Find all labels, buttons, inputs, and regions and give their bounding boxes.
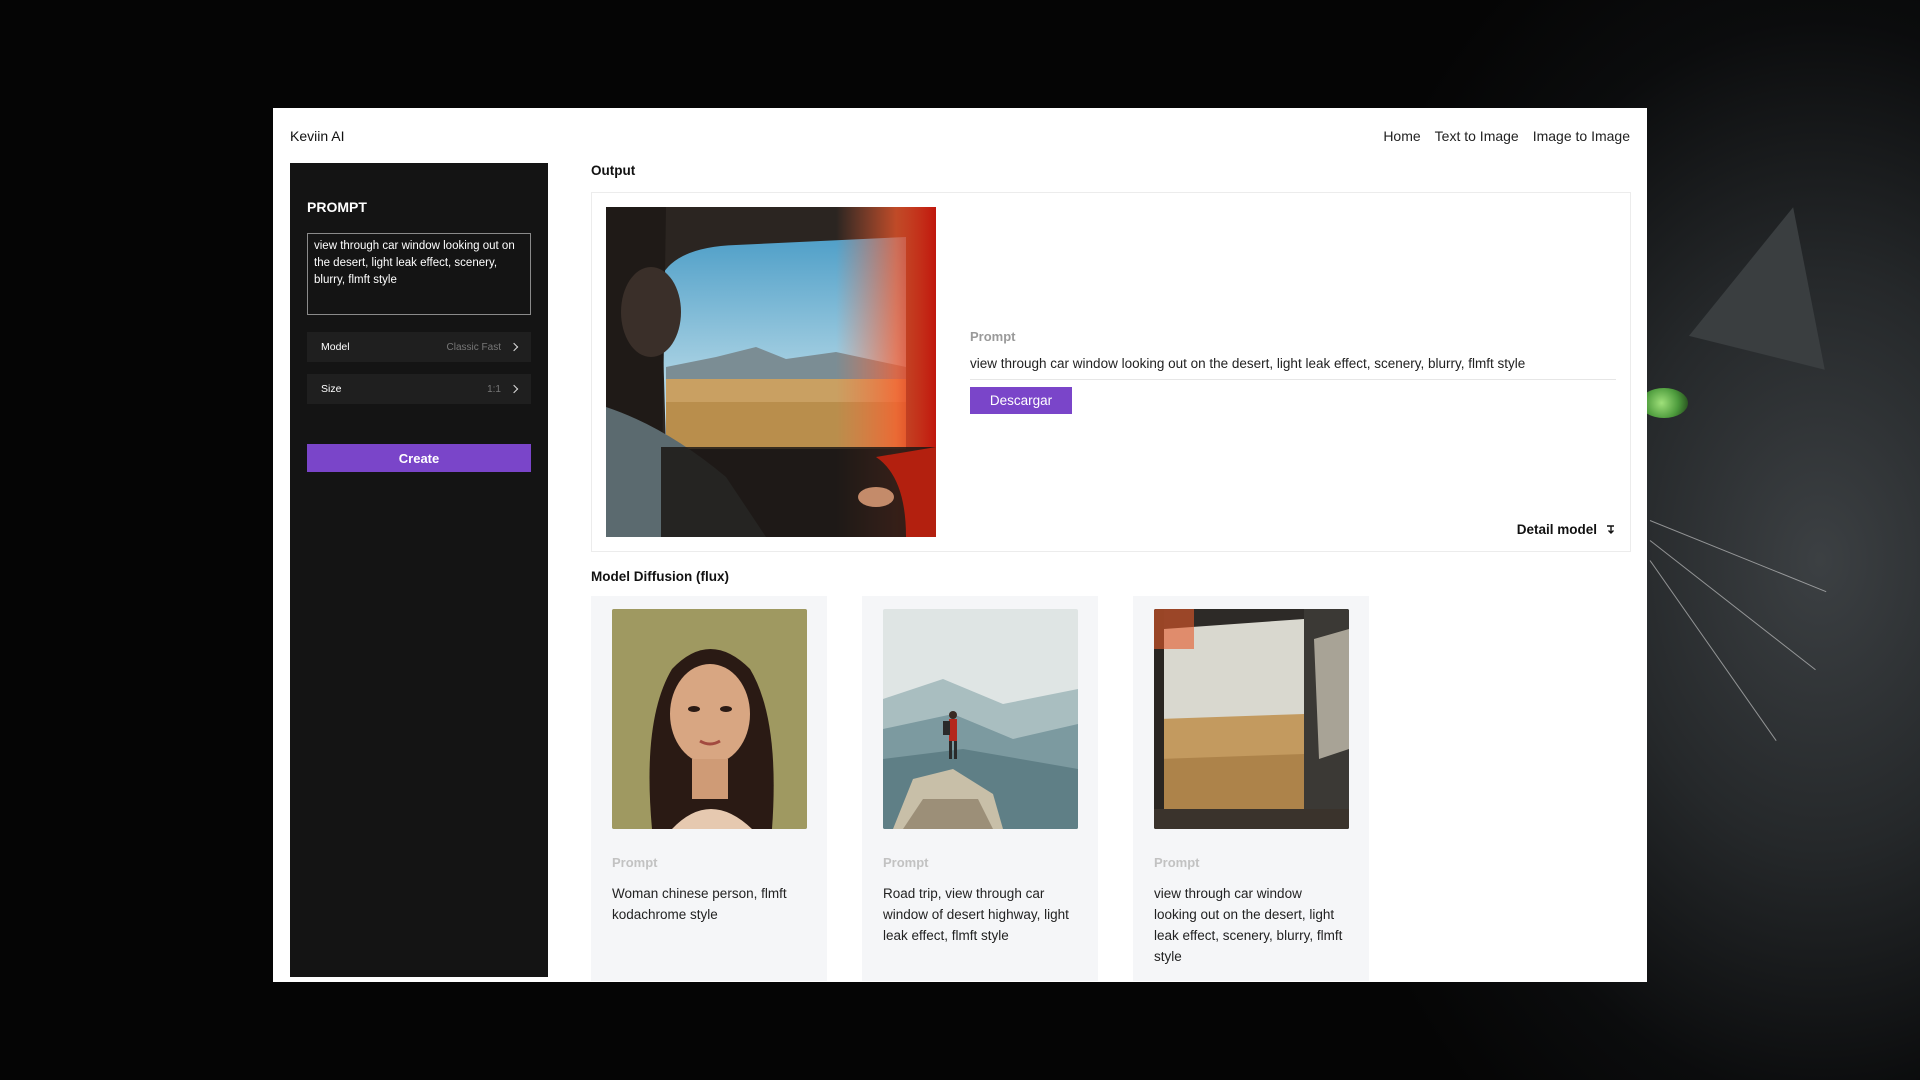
gallery-title: Model Diffusion (flux) [591, 569, 729, 584]
chevron-right-icon [509, 384, 519, 394]
output-card: Prompt view through car window looking o… [591, 192, 1631, 552]
nav-image-to-image[interactable]: Image to Image [1533, 128, 1630, 144]
background-whisker [1649, 560, 1777, 742]
desert-car-window-image [1154, 609, 1349, 829]
app-window: Keviin AI Home Text to Image Image to Im… [273, 108, 1647, 982]
output-info: Prompt view through car window looking o… [970, 329, 1616, 414]
prompt-sidebar: PROMPT view through car window looking o… [290, 163, 548, 977]
detail-model-label: Detail model [1516, 522, 1597, 537]
card-prompt-text: Woman chinese person, flmft kodachrome s… [612, 886, 787, 922]
top-nav: Home Text to Image Image to Image [1383, 128, 1630, 144]
nav-home[interactable]: Home [1383, 128, 1420, 144]
download-button[interactable]: Descargar [970, 387, 1072, 414]
background-cat-ear [1688, 190, 1862, 370]
size-value: 1:1 [487, 383, 501, 395]
top-bar: Keviin AI Home Text to Image Image to Im… [273, 108, 1647, 164]
gallery-list: Prompt Woman chinese person, flmft kodac… [591, 596, 1631, 981]
card-prompt-text: Road trip, view through car window of de… [883, 886, 1069, 943]
mountain-hiker-image [883, 609, 1078, 829]
size-label: Size [321, 383, 342, 395]
background-whisker [1649, 540, 1816, 671]
gallery-card[interactable]: Prompt Road trip, view through car windo… [862, 596, 1098, 981]
detail-model-link[interactable]: Detail model [1517, 522, 1616, 537]
output-prompt-text: view through car window looking out on t… [970, 356, 1616, 380]
main-content: Output Prompt view through car window lo… [591, 163, 1631, 981]
arrow-down-right-icon [1607, 525, 1614, 534]
gallery-card[interactable]: Prompt view through car window looking o… [1133, 596, 1369, 981]
card-prompt-label: Prompt [1154, 855, 1200, 870]
model-label: Model [321, 341, 350, 353]
nav-text-to-image[interactable]: Text to Image [1435, 128, 1519, 144]
output-title: Output [591, 163, 636, 178]
size-selector[interactable]: Size 1:1 [307, 374, 531, 404]
card-prompt-label: Prompt [883, 855, 929, 870]
model-selector[interactable]: Model Classic Fast [307, 332, 531, 362]
brand-logo: Keviin AI [290, 128, 345, 144]
output-image [606, 207, 936, 537]
prompt-input[interactable]: view through car window looking out on t… [307, 233, 531, 315]
create-button[interactable]: Create [307, 444, 531, 472]
card-prompt-label: Prompt [612, 855, 658, 870]
model-value: Classic Fast [446, 341, 501, 353]
background-whisker [1649, 520, 1827, 593]
card-prompt-text: view through car window looking out on t… [1154, 886, 1343, 964]
gallery-card[interactable]: Prompt Woman chinese person, flmft kodac… [591, 596, 827, 981]
prompt-heading: PROMPT [307, 199, 367, 215]
background-cat-eye [1640, 388, 1688, 418]
chevron-right-icon [509, 342, 519, 352]
output-prompt-label: Prompt [970, 329, 1016, 344]
portrait-image [612, 609, 807, 829]
